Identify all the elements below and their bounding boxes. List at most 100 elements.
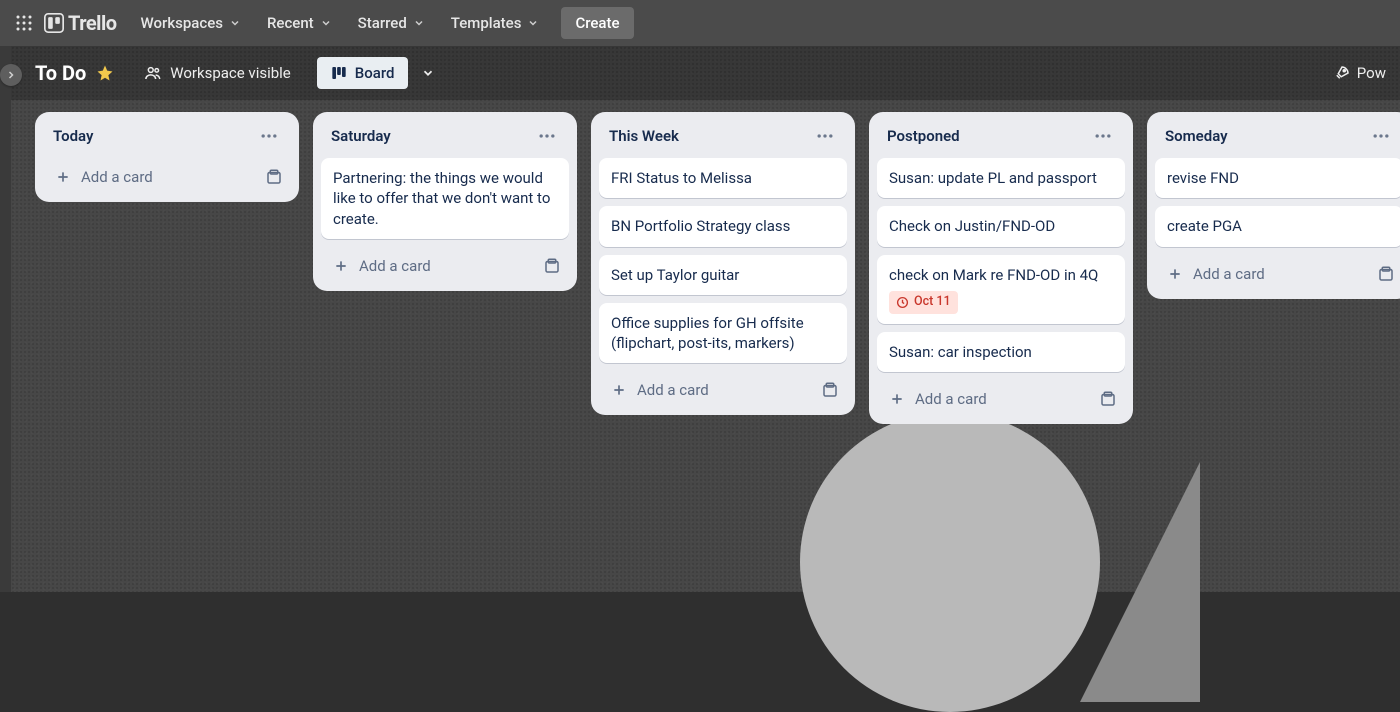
- card-text: revise FND: [1167, 168, 1391, 188]
- board-canvas[interactable]: Today Add a card Saturday Partnering: the t…: [11, 100, 1400, 436]
- card-text: Susan: update PL and passport: [889, 168, 1113, 188]
- list-header: Saturday: [321, 122, 569, 150]
- card-text: Office supplies for GH offsite (flipchar…: [611, 313, 835, 354]
- card[interactable]: Set up Taylor guitar: [599, 255, 847, 295]
- list-footer: Add a card: [1155, 255, 1400, 291]
- card-text: Susan: car inspection: [889, 342, 1113, 362]
- list: Today Add a card: [35, 112, 299, 202]
- list-footer: Add a card: [599, 371, 847, 407]
- list: This Week FRI Status to Melissa BN Portfol…: [591, 112, 855, 415]
- list-title[interactable]: Today: [53, 127, 93, 145]
- chevron-down-icon: [229, 17, 241, 29]
- board-view-label: Board: [355, 64, 395, 82]
- card-template-button[interactable]: [1095, 386, 1121, 412]
- create-button[interactable]: Create: [561, 7, 633, 39]
- list-title[interactable]: This Week: [609, 127, 679, 145]
- plus-icon: [55, 169, 71, 185]
- add-card-button[interactable]: Add a card: [1159, 259, 1373, 289]
- list: Someday revise FND create PGA Add a card: [1147, 112, 1400, 299]
- template-icon: [1099, 390, 1117, 408]
- plus-icon: [889, 391, 905, 407]
- add-card-label: Add a card: [1193, 265, 1265, 283]
- chevron-down-icon: [527, 17, 539, 29]
- list-header: This Week: [599, 122, 847, 150]
- board-title[interactable]: To Do: [35, 61, 86, 85]
- card[interactable]: Susan: update PL and passport: [877, 158, 1125, 198]
- list-header: Postponed: [877, 122, 1125, 150]
- board-icon: [331, 65, 347, 81]
- add-card-button[interactable]: Add a card: [603, 375, 817, 405]
- card-text: Partnering: the things we would like to …: [333, 168, 557, 229]
- star-board-button[interactable]: [96, 64, 114, 82]
- add-card-button[interactable]: Add a card: [881, 384, 1095, 414]
- card[interactable]: Partnering: the things we would like to …: [321, 158, 569, 239]
- nav-starred-label: Starred: [358, 14, 407, 32]
- nav-recent[interactable]: Recent: [255, 8, 344, 38]
- clock-icon: [896, 296, 909, 309]
- sidebar-expand-button[interactable]: [0, 64, 22, 86]
- trello-logo[interactable]: Trello: [44, 11, 117, 35]
- chevron-down-icon: [421, 66, 435, 80]
- card[interactable]: revise FND: [1155, 158, 1400, 198]
- list-footer: Add a card: [43, 158, 291, 194]
- list-title[interactable]: Postponed: [887, 127, 960, 145]
- plus-icon: [1167, 266, 1183, 282]
- list-footer: Add a card: [877, 380, 1125, 416]
- left-rail: [0, 46, 11, 592]
- due-date-badge[interactable]: Oct 11: [889, 291, 958, 314]
- card[interactable]: check on Mark re FND-OD in 4QOct 11: [877, 255, 1125, 324]
- board-header: To Do Workspace visible Board Pow: [11, 46, 1400, 100]
- template-icon: [543, 257, 561, 275]
- nav-workspaces[interactable]: Workspaces: [129, 8, 253, 38]
- workspace-visibility-label: Workspace visible: [170, 64, 291, 82]
- card-badges: Oct 11: [889, 291, 1113, 314]
- nav-templates-label: Templates: [451, 14, 522, 32]
- add-card-button[interactable]: Add a card: [47, 162, 261, 192]
- card-template-button[interactable]: [817, 377, 843, 403]
- ellipsis-icon: [815, 126, 835, 146]
- card[interactable]: Susan: car inspection: [877, 332, 1125, 372]
- rocket-icon: [1333, 64, 1351, 82]
- list-title[interactable]: Someday: [1165, 127, 1228, 145]
- card[interactable]: Check on Justin/FND-OD: [877, 206, 1125, 246]
- nav-workspaces-label: Workspaces: [141, 14, 223, 32]
- plus-icon: [611, 382, 627, 398]
- board-view-button[interactable]: Board: [317, 57, 409, 89]
- card[interactable]: Office supplies for GH offsite (flipchar…: [599, 303, 847, 364]
- card[interactable]: FRI Status to Melissa: [599, 158, 847, 198]
- chevron-down-icon: [413, 17, 425, 29]
- people-icon: [144, 64, 162, 82]
- card-template-button[interactable]: [1373, 261, 1399, 287]
- add-card-label: Add a card: [637, 381, 709, 399]
- card-text: Check on Justin/FND-OD: [889, 216, 1113, 236]
- list-menu-button[interactable]: [811, 124, 839, 148]
- list-footer: Add a card: [321, 247, 569, 283]
- chevron-down-icon: [320, 17, 332, 29]
- card[interactable]: BN Portfolio Strategy class: [599, 206, 847, 246]
- nav-starred[interactable]: Starred: [346, 8, 437, 38]
- nav-recent-label: Recent: [267, 14, 314, 32]
- ellipsis-icon: [1093, 126, 1113, 146]
- list-menu-button[interactable]: [255, 124, 283, 148]
- nav-templates[interactable]: Templates: [439, 8, 552, 38]
- board-view-switcher: Board: [317, 56, 445, 90]
- card-template-button[interactable]: [261, 164, 287, 190]
- template-icon: [1377, 265, 1395, 283]
- add-card-label: Add a card: [915, 390, 987, 408]
- ellipsis-icon: [1371, 126, 1391, 146]
- list-title[interactable]: Saturday: [331, 127, 391, 145]
- list-menu-button[interactable]: [533, 124, 561, 148]
- apps-switcher-icon[interactable]: [8, 7, 40, 39]
- add-card-button[interactable]: Add a card: [325, 251, 539, 281]
- card-text: create PGA: [1167, 216, 1391, 236]
- list-menu-button[interactable]: [1089, 124, 1117, 148]
- ellipsis-icon: [537, 126, 557, 146]
- workspace-visibility-button[interactable]: Workspace visible: [134, 58, 301, 88]
- list-menu-button[interactable]: [1367, 124, 1395, 148]
- power-ups-button[interactable]: Pow: [1333, 64, 1386, 82]
- card[interactable]: create PGA: [1155, 206, 1400, 246]
- add-card-label: Add a card: [359, 257, 431, 275]
- card-template-button[interactable]: [539, 253, 565, 279]
- template-icon: [265, 168, 283, 186]
- board-view-chevron[interactable]: [412, 56, 444, 90]
